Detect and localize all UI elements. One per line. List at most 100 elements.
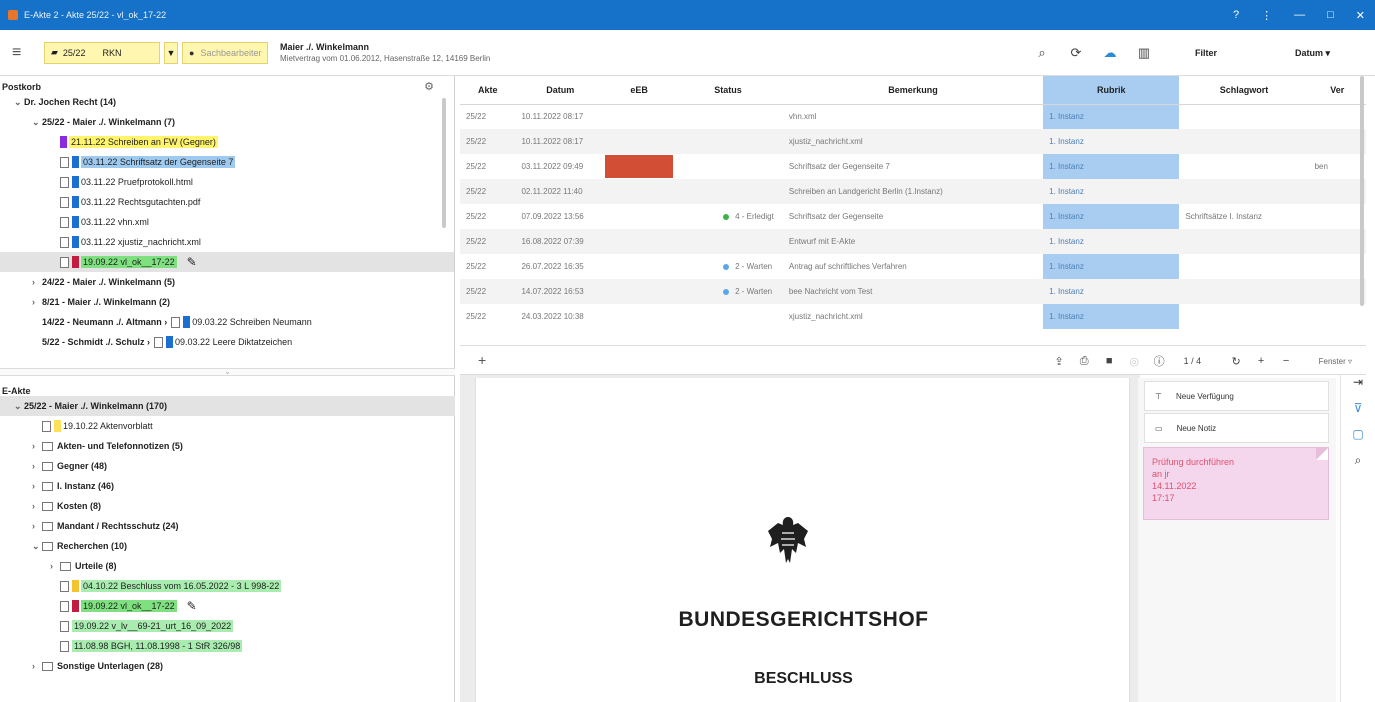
chevron-down-icon[interactable]: ⌄ <box>32 541 42 552</box>
upload-icon[interactable]: ⇪ <box>1047 355 1072 368</box>
fenster-select[interactable]: Fenster ▿ <box>1319 357 1352 366</box>
minimize-button[interactable]: — <box>1294 9 1305 21</box>
chevron-right-icon[interactable]: › <box>32 277 42 287</box>
column-header[interactable]: Akte <box>460 76 516 105</box>
postkorb-settings-icon[interactable]: ⚙ <box>424 80 434 93</box>
save-icon[interactable]: ■ <box>1097 355 1122 367</box>
column-header[interactable]: Schlagwort <box>1179 76 1309 105</box>
postkorb-tree-item[interactable]: 03.11.22 xjustiz_nachricht.xml <box>0 232 454 252</box>
table-row[interactable]: 25/22 16.08.2022 07:39 Entwurf mit E-Akte 1… <box>460 229 1366 254</box>
chevron-right-icon[interactable]: › <box>32 501 42 511</box>
table-row[interactable]: 25/22 10.11.2022 08:17 xjustiz_nachricht.x… <box>460 129 1366 154</box>
postkorb-tree-item[interactable]: › 8/21 - Maier ./. Winkelmann (2) <box>0 292 454 312</box>
eakte-tree-item[interactable]: 19.10.22 Aktenvorblatt <box>0 416 455 436</box>
eakte-tree-item[interactable]: › Akten- und Telefonnotizen (5) <box>0 436 455 456</box>
refresh-icon[interactable]: ⟳ <box>1059 45 1093 61</box>
postkorb-tree-item[interactable]: 21.11.22 Schreiben an FW (Gegner) <box>0 132 454 152</box>
chevron-right-icon[interactable]: › <box>32 661 42 671</box>
eakte-tree-item[interactable]: 19.09.22 vl_ok__17-22 ✎ <box>0 596 455 616</box>
table-row[interactable]: 25/22 14.07.2022 16:53 2 - Warten bee Nachr… <box>460 279 1366 304</box>
info-icon[interactable]: ⓘ <box>1147 353 1172 369</box>
eakte-tree-item[interactable]: › Kosten (8) <box>0 496 455 516</box>
new-verfuegung-button[interactable]: ⊤ Neue Verfügung <box>1144 381 1329 411</box>
table-cell <box>673 104 783 129</box>
chevron-down-icon[interactable]: ⌄ <box>14 97 24 108</box>
chevron-right-icon[interactable]: › <box>50 561 60 571</box>
chevron-down-icon[interactable]: ⌄ <box>32 117 42 128</box>
maximize-button[interactable]: □ <box>1327 9 1334 21</box>
akte-field[interactable]: ▰ 25/22 RKN <box>44 41 160 64</box>
table-row[interactable]: 25/22 02.11.2022 11:40 Schreiben an Landge… <box>460 179 1366 204</box>
chevron-right-icon[interactable]: › <box>32 441 42 451</box>
chevron-down-icon[interactable]: ⌄ <box>14 401 24 412</box>
filter-icon[interactable]: ⊽ <box>1341 401 1375 427</box>
layout-icon[interactable]: ▥ <box>1127 45 1161 61</box>
zoom-in-icon[interactable]: + <box>1249 355 1274 367</box>
chevron-right-icon[interactable]: › <box>32 461 42 471</box>
eakte-tree-item[interactable]: 19.09.22 v_lv__69-21_urt_16_09_2022 <box>0 616 455 636</box>
rotate-icon[interactable]: ↻ <box>1224 355 1249 368</box>
table-row[interactable]: 25/22 10.11.2022 08:17 vhn.xml 1. Instanz <box>460 104 1366 129</box>
search-icon[interactable]: ⌕ <box>1341 453 1375 479</box>
pencil-icon[interactable]: ✎ <box>187 255 197 269</box>
panel-divider[interactable]: ⌄ <box>0 368 455 376</box>
cloud-icon[interactable]: ☁ <box>1093 45 1127 61</box>
chevron-right-icon[interactable]: › <box>32 297 42 307</box>
eakte-tree-item[interactable]: › I. Instanz (46) <box>0 476 455 496</box>
print-icon[interactable]: ⎙ <box>1072 355 1097 368</box>
column-header[interactable]: Bemerkung <box>782 76 1044 105</box>
table-row[interactable]: 25/22 03.11.2022 09:49 Schriftsatz der Geg… <box>460 154 1366 179</box>
eakte-tree-item[interactable]: 11.08.98 BGH, 11.08.1998 - 1 StR 326/98 <box>0 636 455 656</box>
close-button[interactable]: ✕ <box>1356 9 1365 22</box>
zoom-out-icon[interactable]: − <box>1274 355 1299 367</box>
postkorb-tree-item[interactable]: 19.09.22 vl_ok__17-22 ✎ <box>0 252 454 272</box>
postkorb-tree-item[interactable]: 5/22 - Schmidt ./. Schulz › 09.03.22 Leer… <box>0 332 454 352</box>
column-header[interactable]: Datum <box>515 76 606 105</box>
column-header[interactable]: Status <box>673 76 783 105</box>
chevron-right-icon[interactable]: › <box>32 521 42 531</box>
more-button[interactable]: ⋮ <box>1261 9 1272 22</box>
lock-icon[interactable]: ▼ <box>164 41 178 64</box>
postkorb-tree-item[interactable]: › 24/22 - Maier ./. Winkelmann (5) <box>0 272 454 292</box>
document-icon <box>60 580 69 592</box>
eakte-tree-item[interactable]: › Urteile (8) <box>0 556 455 576</box>
postkorb-tree-item[interactable]: 03.11.22 Pruefprotokoll.html <box>0 172 454 192</box>
postkorb-tree-item[interactable]: 03.11.22 Schriftsatz der Gegenseite 7 <box>0 152 454 172</box>
eakte-tree-item[interactable]: ⌄ Recherchen (10) <box>0 536 455 556</box>
filter-label[interactable]: Filter <box>1195 48 1295 58</box>
column-header[interactable]: Ver <box>1308 76 1366 105</box>
sticky-note[interactable]: Prüfung durchführen an jr 14.11.2022 17:… <box>1143 447 1329 520</box>
postkorb-tree-item[interactable]: ⌄ Dr. Jochen Recht (14) <box>0 92 454 112</box>
eakte-tree-item[interactable]: › Sonstige Unterlagen (28) <box>0 656 455 676</box>
add-icon[interactable]: + <box>478 352 486 368</box>
stamp-icon[interactable]: ◎ <box>1122 355 1147 368</box>
help-button[interactable]: ? <box>1233 9 1239 21</box>
eakte-tree-item[interactable]: › Gegner (48) <box>0 456 455 476</box>
postkorb-tree-item[interactable]: ⌄ 25/22 - Maier ./. Winkelmann (7) <box>0 112 454 132</box>
export-icon[interactable]: ⇥ <box>1341 375 1375 401</box>
datum-sort[interactable]: Datum ▾ <box>1295 48 1375 59</box>
user-field[interactable]: ● Sachbearbeiter <box>182 41 268 64</box>
postkorb-scrollbar[interactable] <box>442 98 446 228</box>
menu-icon[interactable]: ≡ <box>12 44 32 62</box>
column-header[interactable]: eEB <box>605 76 674 105</box>
eakte-tree-item[interactable]: › Mandant / Rechtsschutz (24) <box>0 516 455 536</box>
table-row[interactable]: 25/22 07.09.2022 13:56 4 - Erledigt Schrift… <box>460 204 1366 229</box>
table-row[interactable]: 25/22 26.07.2022 16:35 2 - Warten Antrag au… <box>460 254 1366 279</box>
grid-scrollbar[interactable] <box>1360 76 1364 306</box>
column-header[interactable]: Rubrik <box>1043 76 1180 105</box>
postkorb-tree-item[interactable]: 14/22 - Neumann ./. Altmann › 09.03.22 Sc… <box>0 312 454 332</box>
left-panel: Postkorb ⚙ ⌄ Dr. Jochen Recht (14) ⌄ 25/22 … <box>0 76 455 702</box>
search-icon[interactable]: ⌕ <box>1025 45 1059 61</box>
comment-icon[interactable]: ▢ <box>1341 427 1375 453</box>
new-notiz-button[interactable]: ▭ Neue Notiz <box>1144 413 1329 443</box>
chevron-right-icon[interactable]: › <box>32 481 42 491</box>
table-row[interactable]: 25/22 24.03.2022 10:38 xjustiz_nachricht.x… <box>460 304 1366 329</box>
pencil-icon[interactable]: ✎ <box>187 599 197 613</box>
eakte-tree-item[interactable]: 04.10.22 Beschluss vom 16.05.2022 - 3 L … <box>0 576 455 596</box>
postkorb-tree-item[interactable]: 03.11.22 vhn.xml <box>0 212 454 232</box>
cell-text: 25/22 <box>466 187 487 196</box>
eakte-tree-item[interactable]: ⌄ 25/22 - Maier ./. Winkelmann (170) <box>0 396 455 416</box>
postkorb-tree-item[interactable]: 03.11.22 Rechtsgutachten.pdf <box>0 192 454 212</box>
folder-icon <box>42 501 53 511</box>
